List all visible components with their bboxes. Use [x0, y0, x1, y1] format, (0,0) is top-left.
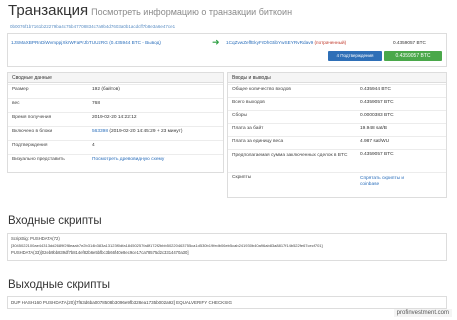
output-scripts-heading: Выходные скрипты [8, 279, 110, 291]
row-value: 768 [92, 101, 101, 106]
script-sig-label: ScriptSig: PUSHDATA(72) [11, 236, 60, 241]
io-row-total-inputs: Общее количество входов 0.435944 BTC [228, 84, 446, 95]
row-key: Плата за байт [232, 126, 264, 131]
summary-row-received-time: Время получения 2019-02-20 14:22:12 [8, 112, 223, 123]
summary-heading: Сводные данные [8, 73, 223, 83]
transaction-hash-link[interactable]: 0b0076f1b7161b22279ba4c75b47708834c7a9b4… [10, 24, 175, 29]
arrow-right-icon: ➜ [212, 37, 220, 47]
row-value: 0.4359057 BTC [360, 100, 394, 105]
input-address-link[interactable]: 1JSMaXBPRnDiWvmppjXkrWFaPrJbTUUzRG (0.43… [11, 40, 161, 45]
summary-row-block: Включено в блоки 563398 (2019-02-20 14:4… [8, 126, 223, 137]
row-value: 0.0000383 BTC [360, 113, 394, 118]
row-key: Плата за единицу веса [232, 139, 284, 144]
script-sig-pushdata-72: [3045022100ae44313dd2689f2f8eaab7e2b314b… [11, 243, 323, 248]
row-key: Время получения [12, 115, 52, 120]
summary-row-weight: вес 768 [8, 98, 223, 109]
block-time: (2019-02-20 14:45:29 + 23 минут) [109, 129, 183, 134]
row-key: Сборы [232, 113, 247, 118]
summary-panel: Сводные данные Размер 192 (байтов) вес 7… [7, 72, 224, 173]
input-scripts-box: ScriptSig: PUSHDATA(72) [3045022100ae443… [7, 233, 447, 261]
page-title-text: Транзакция [8, 2, 89, 19]
io-row-estimated-amount: Предполагаемая сумма заключенных сделок … [228, 149, 446, 172]
row-value: 0.435944 BTC [360, 87, 391, 92]
toggle-scripts-link[interactable]: Спрятать скрипты и coinbase [360, 176, 420, 188]
row-value: 19.948 sat/B [360, 126, 387, 131]
output-scripts-box: DUP HASH160 PUSHDATA(20)[7f63d6ba0078508… [7, 296, 447, 309]
row-key: Предполагаемая сумма заключенных сделок … [232, 153, 348, 158]
output-address-link[interactable]: 1CqZvwZeffEkyFrDhGtibYwSEYRvRdav9 [226, 40, 313, 45]
amount-button[interactable]: 0.4359057 BTC [384, 51, 442, 61]
summary-row-confirmations: Подтверждения 4 [8, 140, 223, 151]
io-row-fee-per-weight: Плата за единицу веса 4.987 sat/WU [228, 136, 446, 147]
row-value: 4.987 sat/WU [360, 139, 390, 144]
row-key: Всего выходов [232, 100, 265, 105]
io-row-scripts: Скрипты Спрятать скрипты и coinbase [228, 172, 446, 197]
confirmations-button[interactable]: 4 Подтверждения [328, 51, 382, 61]
output-script: DUP HASH160 PUSHDATA(20)[7f63d6ba0078508… [11, 300, 232, 305]
summary-row-size: Размер 192 (байтов) [8, 84, 223, 95]
row-key: Скрипты [232, 175, 252, 180]
row-value: 0.4359057 BTC [360, 152, 394, 157]
row-key: Включено в блоки [12, 129, 53, 134]
row-value: 2019-02-20 14:22:12 [92, 115, 137, 120]
row-key: Размер [12, 87, 29, 92]
row-key: Визуально представить [12, 157, 65, 162]
io-row-fee-per-byte: Плата за байт 19.948 sat/B [228, 123, 446, 134]
io-row-total-outputs: Всего выходов 0.4359057 BTC [228, 97, 446, 108]
row-key: вес [12, 101, 20, 106]
output-address: 1CqZvwZeffEkyFrDhGtibYwSEYRvRdav9 (потра… [226, 40, 346, 45]
transaction-summary-box [7, 33, 447, 67]
io-row-fees: Сборы 0.0000383 BTC [228, 110, 446, 121]
input-scripts-heading: Входные скрипты [8, 215, 102, 227]
row-value: 192 (байтов) [92, 87, 120, 92]
output-value: 0.4359057 BTC [393, 40, 426, 45]
block-link[interactable]: 563398 [92, 129, 108, 134]
summary-row-visualize: Визуально представить Посмотреть древови… [8, 154, 223, 165]
row-value: 4 [92, 143, 95, 148]
watermark: profinvestment.com [393, 309, 452, 317]
row-key: Общее количество входов [232, 87, 291, 92]
script-sig-pushdata-33: PUSHDATA(33)[02eb9bb839df7b814ef82b6e5bf… [11, 250, 189, 255]
page-subtitle: Посмотреть информацию о транзакции битко… [91, 7, 293, 17]
spent-tag: (потраченный) [314, 40, 347, 45]
io-heading: Вводы и выводы [228, 73, 446, 83]
page-title: Транзакция Посмотреть информацию о транза… [8, 2, 292, 19]
row-key: Подтверждения [12, 143, 48, 148]
tree-view-link[interactable]: Посмотреть древовидную схему [92, 155, 164, 165]
io-panel: Вводы и выводы Общее количество входов 0… [227, 72, 447, 198]
